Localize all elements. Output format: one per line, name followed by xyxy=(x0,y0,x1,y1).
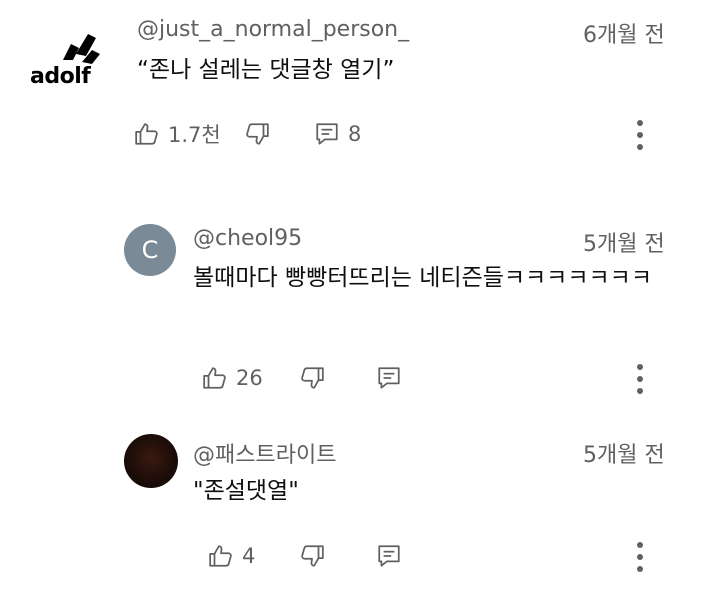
like-button[interactable]: 4 xyxy=(208,536,255,576)
more-dot xyxy=(637,566,643,572)
comment-author[interactable]: @cheol95 xyxy=(193,226,302,251)
comment-time[interactable]: 5개월 전 xyxy=(583,226,665,258)
svg-text:adolf: adolf xyxy=(30,64,91,89)
reply-button[interactable] xyxy=(376,358,402,398)
comment-time[interactable]: 5개월 전 xyxy=(583,437,665,469)
more-dot xyxy=(637,376,643,382)
comment-text: "존설댓열" xyxy=(193,478,299,504)
reply-count: 8 xyxy=(348,122,362,146)
reply-button[interactable]: 8 xyxy=(314,114,361,154)
comment-time[interactable]: 6개월 전 xyxy=(583,17,665,49)
avatar[interactable]: C xyxy=(124,224,176,276)
comment-actions: 26 xyxy=(202,358,714,398)
reply-thread: C @cheol95 5개월 전 볼때마다 빵빵터뜨리는 네티즌들ㅋㅋㅋㅋㅋㅋㅋ… xyxy=(0,210,719,410)
more-dot xyxy=(637,132,643,138)
comment-icon xyxy=(378,545,400,567)
more-dot xyxy=(637,364,643,370)
thumb-down-icon xyxy=(246,123,269,145)
adolf-logo-icon: adolf xyxy=(30,34,100,89)
comment-text: “존나 설레는 댓글창 열기” xyxy=(137,57,395,83)
comment-author[interactable]: @패스트라이트 xyxy=(193,437,336,469)
like-count: 1.7천 xyxy=(168,123,221,147)
thumb-up-icon xyxy=(209,545,232,567)
comment-thread: adolf @just_a_normal_person_ 6개월 전 “존나 설… xyxy=(0,0,719,170)
like-button[interactable]: 26 xyxy=(202,358,263,398)
dislike-button[interactable] xyxy=(299,536,325,576)
more-options-button[interactable] xyxy=(630,120,650,160)
avatar-letter: C xyxy=(141,236,159,264)
thumb-up-icon xyxy=(203,367,226,389)
comment-icon xyxy=(316,123,338,145)
more-options-button[interactable] xyxy=(630,364,650,404)
avatar[interactable] xyxy=(124,434,178,488)
like-count: 26 xyxy=(236,366,263,390)
dislike-button[interactable] xyxy=(299,358,325,398)
more-dot xyxy=(637,144,643,150)
reply-button[interactable] xyxy=(376,536,402,576)
thumb-down-icon xyxy=(301,367,324,389)
comment-actions: 4 xyxy=(208,536,714,576)
reply-thread: @패스트라이트 5개월 전 "존설댓열" 4 xyxy=(0,420,719,602)
thumb-up-icon xyxy=(135,123,158,145)
more-options-button[interactable] xyxy=(630,542,650,582)
comment-icon xyxy=(378,367,400,389)
more-dot xyxy=(637,120,643,126)
more-dot xyxy=(637,554,643,560)
more-dot xyxy=(637,388,643,394)
thumb-down-icon xyxy=(301,545,324,567)
like-count: 4 xyxy=(242,544,256,568)
comment-author[interactable]: @just_a_normal_person_ xyxy=(137,17,409,42)
like-button[interactable]: 1.7천 xyxy=(134,114,221,154)
avatar[interactable]: adolf xyxy=(26,18,118,110)
comment-text: 볼때마다 빵빵터뜨리는 네티즌들ㅋㅋㅋㅋㅋㅋㅋ xyxy=(193,265,652,291)
dislike-button[interactable] xyxy=(244,114,270,154)
more-dot xyxy=(637,542,643,548)
comment-actions: 1.7천 8 xyxy=(134,114,714,154)
